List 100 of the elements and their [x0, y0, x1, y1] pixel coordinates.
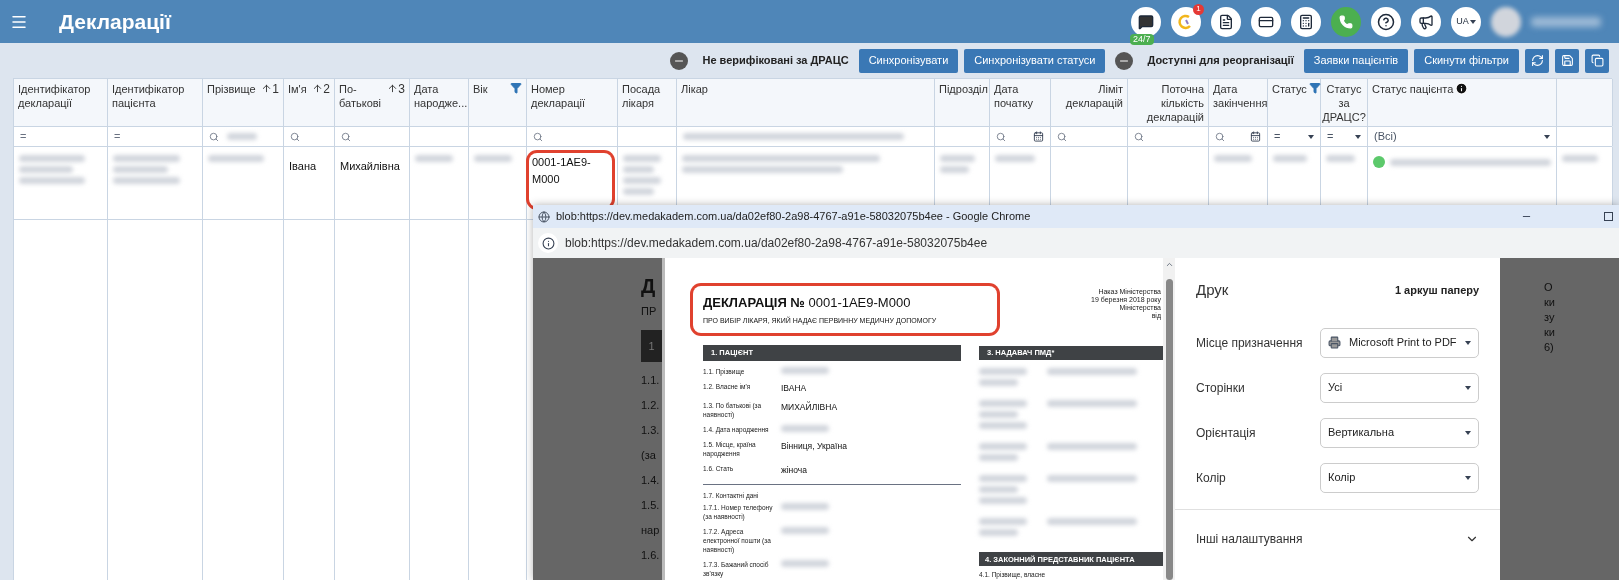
- redacted-text: [1326, 155, 1355, 162]
- column-header[interactable]: Дата закінчення: [1209, 79, 1268, 126]
- search-icon: [341, 131, 351, 142]
- redacted-text: [623, 155, 662, 162]
- document-text: 1.5.: [641, 499, 661, 512]
- toolbar-button[interactable]: Заявки пацієнтів: [1303, 48, 1409, 73]
- filter-select[interactable]: (Всі): [1374, 127, 1550, 146]
- document-icon: [1218, 13, 1234, 30]
- redacted-text: [208, 155, 264, 162]
- setting-select[interactable]: Вертикальна: [1320, 417, 1479, 448]
- printer-icon: [1328, 336, 1341, 349]
- caret-icon: [1465, 430, 1471, 435]
- caret-icon: [1465, 385, 1471, 390]
- setting-label: Місце призначення: [1196, 334, 1304, 352]
- setting-label: Сторінки: [1196, 379, 1246, 397]
- declaration-title: ДЕКЛАРАЦІЯ № 0001-1AE9-M000: [703, 294, 912, 312]
- scrollbar[interactable]: [1163, 258, 1175, 580]
- caret-icon: [1355, 134, 1361, 139]
- toggle-label: Доступні для реорганізації: [1147, 53, 1294, 69]
- search-icon: [209, 131, 219, 142]
- redacted-text: [940, 166, 969, 173]
- notification-count: 1: [1193, 3, 1204, 15]
- table-cell: 0001-1AE9-M000: [529, 153, 612, 207]
- save-button[interactable]: [1555, 48, 1579, 73]
- column-header[interactable]: Дата народже...: [410, 79, 469, 126]
- call-button[interactable]: [1331, 6, 1361, 37]
- calculator-icon: [1298, 13, 1314, 30]
- setting-select[interactable]: Microsoft Print to PDF: [1320, 327, 1479, 358]
- sheet-count: 1 аркуш паперу: [1394, 283, 1479, 298]
- avatar[interactable]: [1491, 6, 1521, 37]
- search-icon: [1057, 131, 1067, 142]
- filter-select[interactable]: =: [1327, 127, 1361, 146]
- toolbar-button[interactable]: Скинути фільтри: [1414, 48, 1519, 73]
- filter-operator[interactable]: =: [20, 128, 27, 145]
- sort-order: 1: [272, 82, 279, 96]
- redacted-text: [113, 177, 181, 184]
- column-header[interactable]: Ім'я 2: [284, 79, 335, 126]
- search-icon: [1215, 131, 1225, 142]
- column-header[interactable]: Номер декларації: [527, 79, 618, 126]
- more-settings-button[interactable]: Інші налаштування: [1175, 529, 1500, 548]
- language-button[interactable]: UA: [1451, 6, 1481, 37]
- column-header[interactable]: По-батькові 3: [335, 79, 410, 126]
- column-header[interactable]: Вік: [469, 79, 527, 126]
- column-header[interactable]: Ідентифікатор пацієнта: [108, 79, 203, 126]
- announcement-button[interactable]: [1411, 6, 1441, 37]
- table-cell-text: Івана: [289, 159, 317, 174]
- column-header[interactable]: Підрозділ: [935, 79, 990, 126]
- document-text: (за: [641, 449, 657, 462]
- redacted-text: [415, 155, 454, 162]
- pdf-button[interactable]: [1211, 6, 1241, 37]
- redacted-text: [940, 155, 976, 162]
- column-header[interactable]: Прізвище 1: [203, 79, 284, 126]
- document-text: ки: [1544, 295, 1556, 310]
- column-header[interactable]: Дата початку: [990, 79, 1051, 126]
- column-header[interactable]: Статус пацієнта: [1368, 79, 1557, 126]
- copy-button[interactable]: [1585, 48, 1609, 73]
- help-button[interactable]: [1371, 6, 1401, 37]
- toggle-switch[interactable]: [670, 51, 689, 70]
- filter-operator[interactable]: =: [114, 128, 121, 145]
- info-icon[interactable]: [541, 236, 555, 250]
- redacted-text: [995, 155, 1035, 162]
- caret-icon: [1308, 134, 1314, 139]
- redacted-text: [979, 379, 1018, 387]
- setting-select[interactable]: Усі: [1320, 372, 1479, 403]
- swirl-logo-icon: [1178, 13, 1194, 30]
- column-header[interactable]: Ліміт декларацій: [1051, 79, 1128, 126]
- document-text: 1.4.: [641, 474, 661, 487]
- toggle-label: Не верифіковані за ДРАЦС: [702, 53, 849, 69]
- redacted-text: [979, 529, 1018, 537]
- filter-icon[interactable]: [1308, 82, 1321, 94]
- calendar-icon: [1033, 131, 1044, 142]
- notification-button[interactable]: [1171, 6, 1201, 37]
- redacted-text: [979, 443, 1027, 451]
- toolbar-button[interactable]: Синхронізувати: [858, 48, 959, 73]
- column-header[interactable]: Поточна кількість декларацій: [1128, 79, 1209, 126]
- document-text: 1.2.: [641, 399, 661, 412]
- filter-icon[interactable]: [510, 82, 522, 94]
- toggle-switch[interactable]: [1115, 51, 1134, 70]
- toolbar-button[interactable]: Синхронізувати статуси: [964, 48, 1106, 73]
- filter-select[interactable]: =: [1274, 127, 1314, 146]
- column-header[interactable]: Ідентифікатор декларації: [14, 79, 108, 126]
- column-header[interactable]: Статус за ДРАЦС?: [1321, 79, 1368, 126]
- setting-select[interactable]: Колір: [1320, 462, 1479, 493]
- chat-button[interactable]: [1131, 6, 1161, 37]
- phone-icon: [1339, 14, 1353, 29]
- column-header[interactable]: Статус: [1268, 79, 1321, 126]
- redacted-text: [1214, 155, 1253, 162]
- column-header[interactable]: Лікар: [677, 79, 935, 126]
- redacted-text: [979, 497, 1027, 505]
- field-value: жіноча: [781, 463, 807, 477]
- card-button[interactable]: [1251, 6, 1281, 37]
- field-value: МИХАЙЛІВНА: [781, 400, 838, 414]
- field-value: Вінниця, Україна: [781, 439, 847, 453]
- redacted-text: [979, 422, 1027, 430]
- maximize-icon[interactable]: [1604, 212, 1613, 221]
- scroll-up-icon[interactable]: [1164, 260, 1174, 269]
- document-text: ПР: [641, 305, 658, 318]
- refresh-button[interactable]: [1525, 48, 1549, 73]
- column-header[interactable]: Посада лікаря: [618, 79, 677, 126]
- calculator-button[interactable]: [1291, 6, 1321, 37]
